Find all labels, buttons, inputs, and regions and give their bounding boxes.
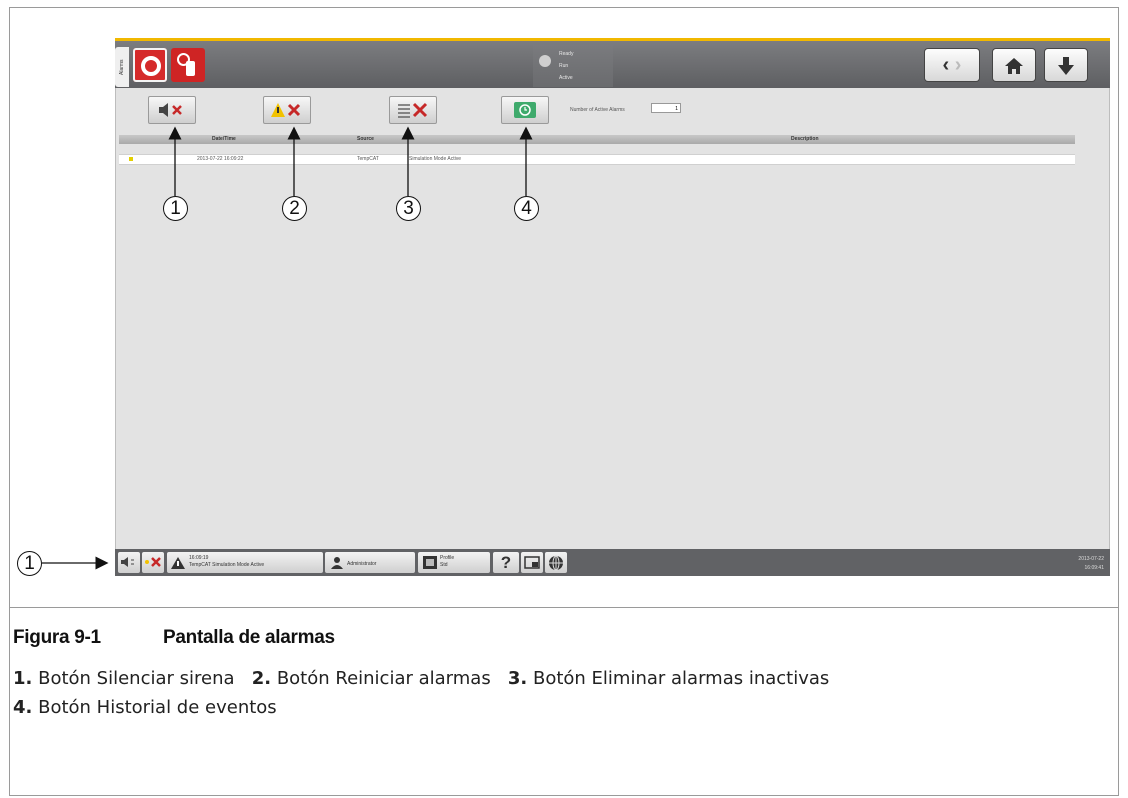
- bottom-bar: 16:09:19 TempCAT Simulation Mode Active …: [115, 549, 1110, 576]
- figure-caption: Pantalla de alarmas: [163, 627, 335, 648]
- bottom-reset-button[interactable]: [142, 552, 164, 573]
- status-lines: Ready Run Active: [559, 51, 574, 81]
- warning-reset-icon: [145, 557, 161, 567]
- bottom-alarm-text: 16:09:19 TempCAT Simulation Mode Active: [189, 555, 265, 568]
- legend-text-1: Botón Silenciar sirena: [38, 668, 235, 689]
- delete-inactive-alarms-button[interactable]: [389, 96, 437, 124]
- bottom-user-button[interactable]: Administrator: [325, 552, 415, 573]
- callout-4: 4: [514, 196, 539, 221]
- bottom-profile-button[interactable]: Profile Std: [418, 552, 490, 573]
- home-button[interactable]: [993, 49, 1035, 81]
- reset-alarms-button[interactable]: [263, 96, 311, 124]
- speaker-mute-icon: [159, 103, 182, 118]
- arrow-down-icon: [1058, 56, 1074, 75]
- back-forward-buttons[interactable]: ‹ ›: [925, 49, 979, 81]
- figure-number: Figura 9-1: [13, 627, 101, 648]
- silence-siren-button[interactable]: [148, 96, 196, 124]
- screenshot-button[interactable]: [521, 552, 543, 573]
- download-button[interactable]: [1045, 49, 1087, 81]
- cell-source: TempCAT: [357, 156, 379, 162]
- list-delete-icon: [398, 102, 428, 118]
- mold-status-icon[interactable]: [171, 48, 205, 82]
- legend-num-3: 3.: [507, 668, 528, 689]
- legend-text-2: Botón Reiniciar alarmas: [276, 668, 491, 689]
- divider: [9, 607, 1119, 608]
- gear-icon: [539, 55, 551, 67]
- event-history-button[interactable]: [501, 96, 549, 124]
- warning-reset-icon: [271, 103, 301, 118]
- bottom-silence-button[interactable]: [118, 552, 140, 573]
- column-datetime[interactable]: Date/Time: [212, 136, 236, 142]
- chevron-right-icon[interactable]: ›: [955, 54, 962, 76]
- active-alarms-count-field: 1: [651, 103, 681, 113]
- globe-icon: [549, 555, 563, 571]
- table-row[interactable]: 2013-07-22 16:09:22 TempCAT Simulation M…: [119, 154, 1075, 165]
- alarm-status-indicator: [129, 157, 133, 161]
- alarm-table-header: Date/Time Source Description: [119, 135, 1075, 144]
- warning-icon: [171, 557, 185, 569]
- legend-line-1: 1. Botón Silenciar sirena 2. Botón Reini…: [13, 668, 829, 689]
- language-button[interactable]: [545, 552, 567, 573]
- history-icon: [514, 102, 536, 119]
- legend-line-2: 4. Botón Historial de eventos: [13, 697, 277, 718]
- bottom-profile-text: Profile Std: [440, 555, 455, 568]
- user-icon: [331, 557, 343, 569]
- legend-num-1: 1.: [13, 668, 33, 689]
- cell-description: Simulation Mode Active: [409, 156, 461, 162]
- system-clock: 2013-07-22 16:09:41: [1078, 556, 1104, 571]
- side-tab-alarms[interactable]: Alarms: [115, 47, 129, 87]
- callout-1: 1: [163, 196, 188, 221]
- legend-num-2: 2.: [251, 668, 272, 689]
- callout-2: 2: [282, 196, 307, 221]
- legend-num-4: 4.: [13, 697, 33, 718]
- active-alarms-count-label: Number of Active Alarms: [570, 107, 625, 113]
- alarms-screen-screenshot: Alarms Ready Run Active ‹ › Number of Ac…: [115, 38, 1110, 576]
- home-icon: [1005, 57, 1023, 74]
- bottom-user-text: Administrator: [347, 561, 377, 567]
- help-button[interactable]: ?: [493, 552, 519, 573]
- profile-icon: [423, 556, 437, 569]
- callout-3: 3: [396, 196, 421, 221]
- chevron-left-icon[interactable]: ‹: [943, 54, 950, 76]
- speaker-icon: [121, 557, 134, 567]
- figure-title: Figura 9-1 Pantalla de alarmas: [13, 627, 335, 649]
- callout-1-bottom: 1: [17, 551, 42, 576]
- cell-datetime: 2013-07-22 16:09:22: [197, 156, 244, 162]
- column-description[interactable]: Description: [791, 136, 819, 142]
- column-source[interactable]: Source: [357, 136, 374, 142]
- screen-capture-icon: [524, 556, 540, 569]
- help-icon: ?: [500, 553, 512, 572]
- top-bar: Alarms Ready Run Active ‹ ›: [115, 38, 1110, 88]
- bottom-active-alarm[interactable]: 16:09:19 TempCAT Simulation Mode Active: [167, 552, 323, 573]
- home-logo-icon[interactable]: [133, 48, 167, 82]
- status-block: Ready Run Active: [533, 45, 613, 87]
- legend-text-4: Botón Historial de eventos: [38, 697, 277, 718]
- legend-text-3: Botón Eliminar alarmas inactivas: [532, 668, 830, 689]
